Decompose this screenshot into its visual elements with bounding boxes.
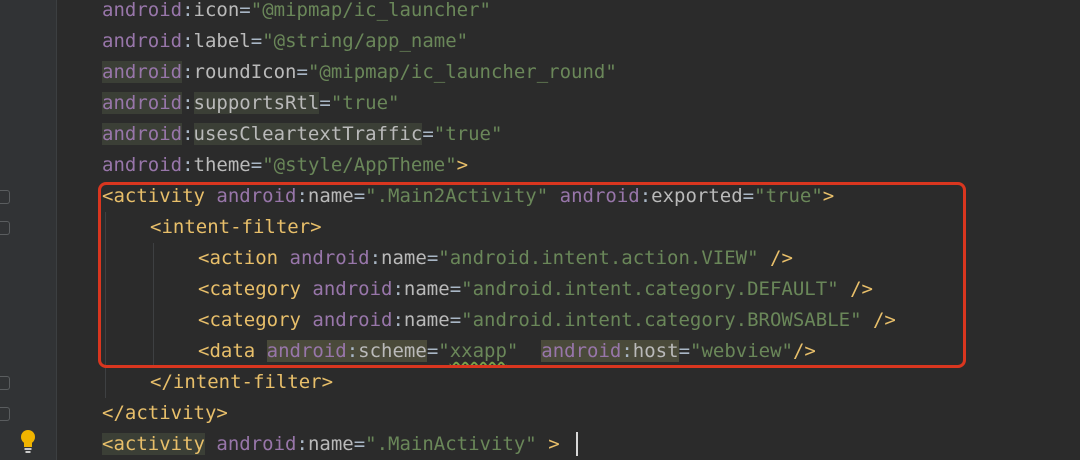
code-token: android: [102, 123, 183, 145]
code-token: name: [307, 433, 354, 455]
code-token: :: [182, 123, 194, 145]
code-token: =: [422, 123, 434, 145]
fold-marker-icon[interactable]: [0, 221, 10, 235]
code-line[interactable]: android:supportsRtl="true": [102, 88, 399, 119]
code-token: </intent-filter>: [150, 371, 334, 393]
code-token: usesCleartextTraffic: [193, 123, 423, 145]
highlight-annotation-box: [98, 182, 966, 368]
code-token: <activity: [102, 433, 205, 455]
code-token: android: [102, 154, 183, 176]
code-token: "true": [330, 92, 400, 114]
code-token: android: [102, 30, 183, 52]
text-caret: [576, 432, 578, 456]
code-line[interactable]: android:theme="@style/AppTheme">: [102, 150, 468, 181]
code-token: android: [102, 61, 183, 83]
code-token: android: [216, 433, 297, 455]
code-editor[interactable]: android:icon="@mipmap/ic_launcher" androi…: [0, 0, 1080, 460]
code-token: :: [182, 61, 194, 83]
code-line[interactable]: </intent-filter>: [150, 367, 333, 398]
code-token: >: [456, 154, 469, 176]
code-token: </activity>: [102, 402, 228, 424]
fold-marker-icon[interactable]: [0, 190, 10, 204]
code-token: android: [102, 0, 183, 21]
fold-marker-icon[interactable]: [0, 376, 10, 390]
code-token: "true": [433, 123, 503, 145]
code-token: android: [102, 92, 183, 114]
editor-gutter[interactable]: [0, 0, 57, 460]
code-token: roundIcon: [193, 61, 297, 83]
code-token: =: [250, 154, 263, 176]
code-token: :: [182, 0, 194, 21]
code-token: :: [296, 433, 308, 455]
code-line[interactable]: android:roundIcon="@mipmap/ic_launcher_r…: [102, 57, 617, 88]
code-line[interactable]: android:label="@string/app_name": [102, 26, 468, 57]
code-line[interactable]: android:icon="@mipmap/ic_launcher": [102, 0, 491, 26]
code-token: >: [548, 433, 560, 455]
code-token: supportsRtl: [193, 92, 320, 114]
code-token: "@style/AppTheme": [262, 154, 457, 176]
code-token: :: [182, 92, 194, 114]
code-token: label: [193, 30, 251, 52]
code-token: "@mipmap/ic_launcher_round": [307, 61, 617, 83]
code-token: =: [319, 92, 331, 114]
code-token: =: [250, 30, 263, 52]
code-token: theme: [193, 154, 251, 176]
code-line[interactable]: android:usesCleartextTraffic="true": [102, 119, 502, 150]
lightbulb-icon[interactable]: [18, 428, 38, 454]
code-token: :: [182, 30, 194, 52]
code-line[interactable]: <activity android:name=".MainActivity" >: [102, 429, 560, 460]
code-token: :: [182, 154, 194, 176]
code-line[interactable]: </activity>: [102, 398, 228, 429]
code-token: =: [353, 433, 366, 455]
code-token: =: [239, 0, 251, 21]
code-token: icon: [193, 0, 240, 21]
code-token: =: [296, 61, 308, 83]
fold-marker-icon[interactable]: [0, 407, 10, 421]
code-token: "@string/app_name": [262, 30, 469, 52]
code-token: "@mipmap/ic_launcher": [250, 0, 491, 21]
code-token: ".MainActivity": [365, 433, 537, 455]
